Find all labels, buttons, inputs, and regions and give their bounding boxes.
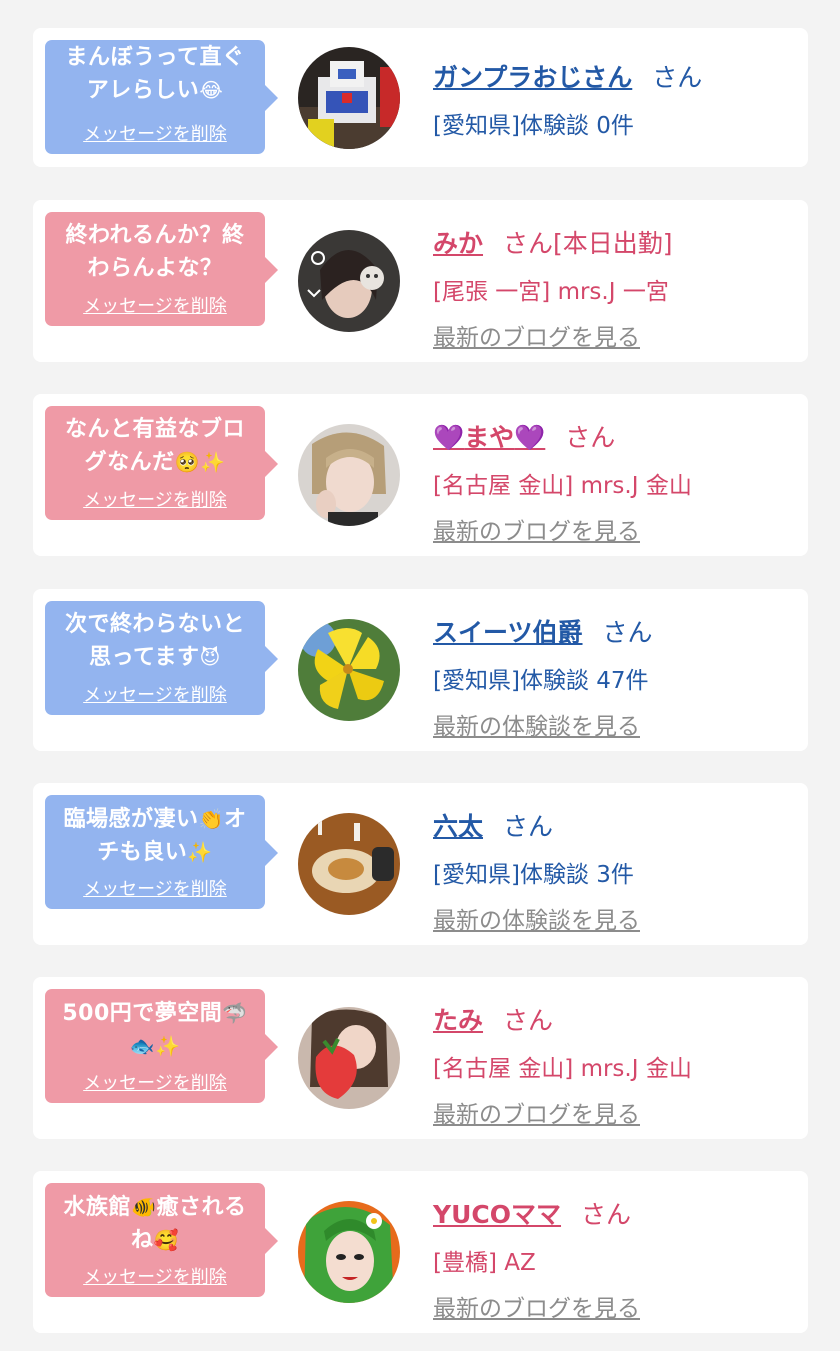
user-name-link[interactable]: 六太 xyxy=(433,812,483,841)
delete-message-link[interactable]: メッセージを削除 xyxy=(45,120,265,146)
message-text: 水族館🐠癒される ね🥰 xyxy=(63,1195,247,1253)
user-name-link[interactable]: 💜まや💜 xyxy=(433,423,545,452)
message-bubble: 500円で夢空間🦈 🐟✨ メッセージを削除 xyxy=(45,989,278,1103)
avatar[interactable] xyxy=(298,813,400,915)
latest-review-link[interactable]: 最新の体験談を見る xyxy=(433,901,640,935)
user-info: [愛知県]体験談 0件 xyxy=(433,113,634,139)
latest-post-link[interactable]: 最新のブログを見る xyxy=(433,1289,640,1323)
user-suffix: さん xyxy=(503,812,554,841)
user-name-row: みか さん[本日出勤] xyxy=(433,224,673,260)
user-suffix: さん xyxy=(565,423,616,452)
delete-message-link[interactable]: メッセージを削除 xyxy=(45,875,265,901)
message-card: 500円で夢空間🦈 🐟✨ メッセージを削除 たみ さん [名古屋 金山] mrs.J… xyxy=(33,977,808,1139)
user-info: [名古屋 金山] mrs.J 金山 xyxy=(433,1056,692,1082)
avatar[interactable] xyxy=(298,1007,400,1109)
user-suffix: さん xyxy=(652,63,703,92)
user-name-link[interactable]: スイーツ伯爵 xyxy=(433,618,583,647)
user-info: [名古屋 金山] mrs.J 金山 xyxy=(433,473,692,499)
message-card: 臨場感が凄い👏オ チも良い✨ メッセージを削除 六太 さん [愛知県]体験談 3件 … xyxy=(33,783,808,945)
message-text: 次で終わらないと 思ってます😈 xyxy=(64,612,245,670)
delete-message-link[interactable]: メッセージを削除 xyxy=(45,681,265,707)
user-info: [愛知県]体験談 3件 xyxy=(433,862,634,888)
latest-review-link[interactable]: 最新の体験談を見る xyxy=(433,707,640,741)
message-card: なんと有益なブロ グなんだ🥺✨ メッセージを削除 💜まや💜 さん [名古屋 金山] … xyxy=(33,394,808,556)
message-bubble: 次で終わらないと 思ってます😈 メッセージを削除 xyxy=(45,601,278,715)
avatar[interactable] xyxy=(298,424,400,526)
user-name-row: ガンプラおじさん さん xyxy=(433,58,702,94)
message-text: なんと有益なブロ グなんだ🥺✨ xyxy=(64,417,245,475)
avatar[interactable] xyxy=(298,619,400,721)
user-name-row: たみ さん xyxy=(433,1001,553,1037)
message-bubble: まんぼうって直ぐ アレらしい😂 メッセージを削除 xyxy=(45,40,278,154)
user-info: [豊橋] AZ xyxy=(433,1250,536,1276)
message-card: 次で終わらないと 思ってます😈 メッセージを削除 スイーツ伯爵 さん [愛知県]体験… xyxy=(33,589,808,751)
user-suffix: さん xyxy=(581,1200,632,1229)
message-text: 終われるんか？終 わらんよな？ xyxy=(65,223,245,281)
message-text: 500円で夢空間🦈 🐟✨ xyxy=(62,1001,248,1058)
latest-post-link[interactable]: 最新のブログを見る xyxy=(433,318,640,352)
latest-post-link[interactable]: 最新のブログを見る xyxy=(433,1095,640,1129)
message-card: まんぼうって直ぐ アレらしい😂 メッセージを削除 ガンプラおじさん さん [愛知県]… xyxy=(33,28,808,167)
user-name-row: YUCOママ さん xyxy=(433,1195,631,1231)
user-suffix: さん xyxy=(602,618,653,647)
user-name-row: 六太 さん xyxy=(433,807,553,843)
avatar[interactable] xyxy=(298,47,400,149)
message-bubble: 水族館🐠癒される ね🥰 メッセージを削除 xyxy=(45,1183,278,1297)
message-text: まんぼうって直ぐ アレらしい😂 xyxy=(65,45,245,103)
delete-message-link[interactable]: メッセージを削除 xyxy=(45,292,265,318)
avatar[interactable] xyxy=(298,230,400,332)
user-name-link[interactable]: ガンプラおじさん xyxy=(433,63,632,92)
avatar[interactable] xyxy=(298,1201,400,1303)
latest-post-link[interactable]: 最新のブログを見る xyxy=(433,512,640,546)
message-card: 水族館🐠癒される ね🥰 メッセージを削除 YUCOママ さん [豊橋] AZ 最新の… xyxy=(33,1171,808,1333)
message-bubble: なんと有益なブロ グなんだ🥺✨ メッセージを削除 xyxy=(45,406,278,520)
message-card: 終われるんか？終 わらんよな？ メッセージを削除 みか さん[本日出勤] [尾張 一… xyxy=(33,200,808,362)
user-name-link[interactable]: YUCOママ xyxy=(433,1200,561,1229)
user-suffix: さん xyxy=(503,1006,554,1035)
message-bubble: 臨場感が凄い👏オ チも良い✨ メッセージを削除 xyxy=(45,795,278,909)
user-info: [愛知県]体験談 47件 xyxy=(433,668,649,694)
user-name-row: スイーツ伯爵 さん xyxy=(433,613,653,649)
delete-message-link[interactable]: メッセージを削除 xyxy=(45,1069,265,1095)
user-name-link[interactable]: みか xyxy=(433,229,483,258)
user-suffix: さん[本日出勤] xyxy=(503,229,673,258)
message-bubble: 終われるんか？終 わらんよな？ メッセージを削除 xyxy=(45,212,278,326)
delete-message-link[interactable]: メッセージを削除 xyxy=(45,1263,265,1289)
user-name-link[interactable]: たみ xyxy=(433,1006,483,1035)
delete-message-link[interactable]: メッセージを削除 xyxy=(45,486,265,512)
user-info: [尾張 一宮] mrs.J 一宮 xyxy=(433,279,669,305)
message-text: 臨場感が凄い👏オ チも良い✨ xyxy=(63,807,247,865)
user-name-row: 💜まや💜 さん xyxy=(433,418,615,454)
